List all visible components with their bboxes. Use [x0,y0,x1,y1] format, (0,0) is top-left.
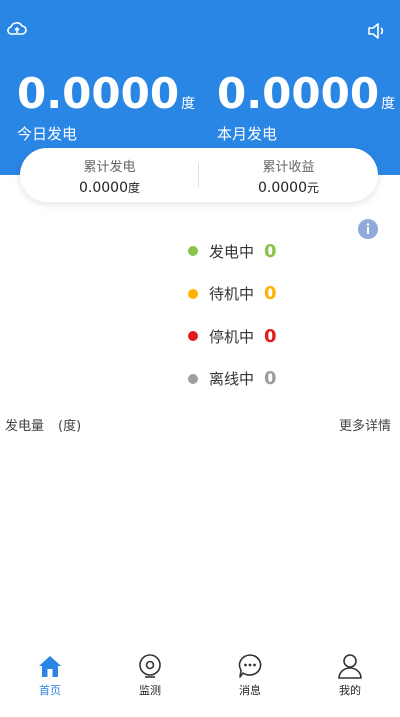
home-icon [37,653,63,679]
status-count: 0 [264,368,277,390]
total-generation-value: 0.0000 [78,180,128,196]
total-income: 累计收益 0.0000元 [199,156,378,196]
status-dot-offline [188,373,198,384]
bottom-tab-bar: 首页 监测 消息 我的 [0,650,400,717]
status-row-generating: 发电中 0 [188,230,277,273]
status-dot-standby [188,288,198,299]
message-icon [237,653,263,679]
total-generation-unit: 度 [127,181,140,195]
more-details-link[interactable]: 更多详情 [339,415,391,434]
info-icon[interactable] [358,219,378,239]
status-name: 待机中 [209,285,255,304]
tab-label: 监测 [139,684,161,697]
today-generation: 0.0000 度 今日发电 [17,73,195,144]
status-count: 0 [264,283,277,305]
chart-title-text: 发电量 [5,419,45,434]
user-icon [337,653,363,679]
tab-label: 消息 [239,684,261,697]
speaker-icon[interactable] [366,20,388,42]
tab-monitor[interactable]: 监测 [100,650,200,717]
chart-unit: (度) [58,419,82,434]
totals-card: 累计发电 0.0000度 累计收益 0.0000元 [20,148,378,202]
tab-label: 首页 [39,684,61,697]
total-generation-label: 累计发电 [83,160,136,175]
status-row-standby: 待机中 0 [188,273,277,316]
total-income-label: 累计收益 [262,160,315,175]
tab-profile[interactable]: 我的 [300,650,400,717]
status-count: 0 [264,240,277,262]
status-row-offline: 离线中 0 [188,358,277,401]
status-row-stopped: 停机中 0 [188,315,277,358]
status-name: 发电中 [209,242,255,261]
month-generation: 0.0000 度 本月发电 [217,73,395,144]
status-dot-stopped [188,331,198,342]
tab-label: 我的 [339,684,361,697]
status-name: 停机中 [209,327,255,346]
today-unit: 度 [181,96,196,112]
tab-home[interactable]: 首页 [0,650,100,717]
tab-messages[interactable]: 消息 [200,650,300,717]
today-value: 0.0000 [17,69,180,118]
status-count: 0 [264,325,277,347]
cloud-upload-icon[interactable] [6,20,28,38]
today-label: 今日发电 [17,125,78,143]
status-name: 离线中 [209,370,255,389]
total-income-value: 0.0000 [257,180,307,196]
status-dot-generating [188,246,198,257]
month-unit: 度 [381,96,396,112]
month-label: 本月发电 [217,125,278,143]
month-value: 0.0000 [217,69,380,118]
monitor-icon [137,653,163,679]
total-generation: 累计发电 0.0000度 [20,156,199,196]
device-status-list: 发电中 0 待机中 0 停机中 0 离线中 0 [188,230,277,400]
total-income-unit: 元 [306,181,319,195]
chart-title: 发电量 (度) [5,415,81,434]
